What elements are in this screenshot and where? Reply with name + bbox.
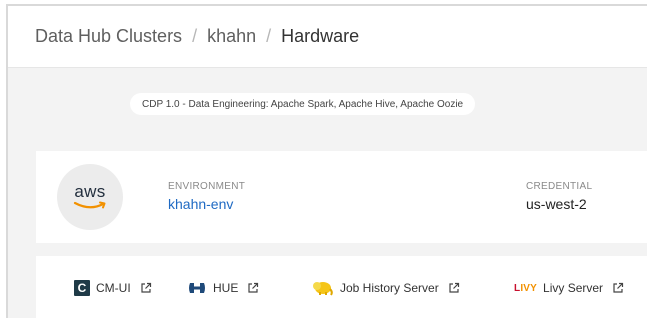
aws-logo-text: aws bbox=[74, 182, 106, 201]
external-link-icon bbox=[141, 282, 151, 293]
job-history-server-link[interactable]: Job History Server bbox=[312, 256, 460, 318]
cloudera-manager-icon: C bbox=[74, 280, 90, 296]
hue-link[interactable]: HUE bbox=[187, 256, 259, 318]
breadcrumb-current-page: Hardware bbox=[281, 26, 360, 46]
aws-smile-icon bbox=[73, 201, 106, 209]
breadcrumb-separator: / bbox=[192, 26, 198, 46]
breadcrumb: Data Hub Clusters / khahn / Hardware bbox=[8, 6, 647, 68]
credential-label: CREDENTIAL bbox=[526, 181, 593, 192]
job-history-server-label: Job History Server bbox=[340, 281, 439, 295]
external-link-icon bbox=[248, 282, 259, 293]
environment-label: ENVIRONMENT bbox=[168, 181, 246, 192]
cluster-template-badge: CDP 1.0 - Data Engineering: Apache Spark… bbox=[130, 93, 476, 115]
cm-ui-link[interactable]: C CM-UI bbox=[74, 256, 152, 318]
page-frame: Data Hub Clusters / khahn / Hardware CDP… bbox=[6, 4, 647, 318]
livy-server-label: Livy Server bbox=[543, 281, 604, 295]
credential-value: us-west-2 bbox=[526, 196, 587, 212]
breadcrumb-cluster-name[interactable]: khahn bbox=[207, 26, 256, 47]
hadoop-elephant-icon bbox=[313, 282, 333, 296]
aws-logo-icon: aws bbox=[57, 164, 123, 230]
external-link-icon bbox=[449, 282, 459, 293]
hue-icon bbox=[189, 283, 205, 293]
hue-label: HUE bbox=[213, 281, 239, 295]
breadcrumb-data-hub-clusters[interactable]: Data Hub Clusters bbox=[35, 26, 182, 47]
service-links-card: C CM-UI HUE Job History Server LIVY Livy… bbox=[36, 256, 647, 318]
livy-icon: LIVY bbox=[514, 282, 538, 294]
environment-link[interactable]: khahn-env bbox=[168, 196, 233, 212]
breadcrumb-separator: / bbox=[266, 26, 272, 46]
cm-ui-label: CM-UI bbox=[96, 281, 131, 295]
livy-server-link[interactable]: LIVY Livy Server bbox=[514, 256, 624, 318]
external-link-icon bbox=[613, 282, 624, 293]
environment-card: aws ENVIRONMENT khahn-env CREDENTIAL us-… bbox=[36, 151, 647, 243]
